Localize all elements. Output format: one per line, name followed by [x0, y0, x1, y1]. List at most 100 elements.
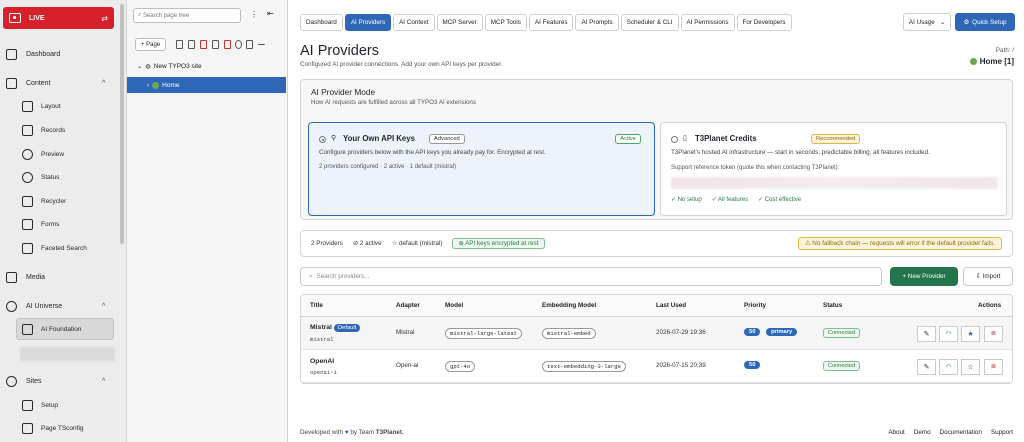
credits-radio[interactable] [671, 136, 678, 143]
module-media[interactable]: Media [6, 269, 45, 285]
tab-scheduler-cli[interactable]: Scheduler & CLI [620, 14, 679, 31]
live-switch[interactable]: LIVE ⇄ [3, 7, 114, 29]
feature-item: ✓ No setup [671, 197, 702, 203]
module-label: Preview [41, 150, 65, 158]
module-dashboard[interactable]: Dashboard [6, 46, 60, 62]
provider-name: Mistral [310, 324, 332, 331]
submodule-ai-foundation[interactable]: AI Foundation [22, 321, 81, 337]
import-button[interactable]: ⇩ Import [963, 267, 1013, 286]
table-row[interactable]: OpenAI openai-1 Open-ai gpt-4o text-embe… [301, 350, 1012, 383]
chevron-up-icon[interactable]: ^ [102, 378, 105, 385]
module-label: Forms [41, 220, 60, 228]
chevron-up-icon[interactable]: ^ [102, 80, 105, 87]
page-tsconfig-icon [22, 422, 33, 434]
tab-ai-context[interactable]: AI Context [393, 14, 435, 31]
new-page-button[interactable]: + Page [135, 38, 167, 51]
chevron-right-icon[interactable]: › [147, 82, 149, 89]
chevron-down-icon[interactable]: ⌄ [137, 62, 142, 70]
page-type-icon[interactable] [188, 40, 195, 49]
page-title: AI Providers [300, 43, 379, 59]
gear-icon: ⚙ [963, 18, 970, 26]
status-badge: Connected [823, 361, 861, 371]
submodule-preview[interactable]: Preview [22, 146, 64, 162]
module-tabs: Dashboard AI Providers AI Context MCP Se… [300, 14, 792, 31]
own-keys-radio[interactable] [319, 136, 326, 143]
tab-ai-permissions[interactable]: AI Permissions [680, 14, 735, 31]
folder-icon[interactable] [246, 40, 253, 49]
column-header[interactable]: Last Used [656, 302, 686, 309]
submodule-recycler[interactable]: Recycler [22, 193, 66, 209]
support-token-value [671, 177, 998, 189]
mode-option-credits[interactable]: ▯ T3Planet Credits Recommended T3Planet'… [660, 122, 1007, 216]
ai-usage-dropdown[interactable]: AI Usage ⌄ [903, 13, 951, 31]
quick-setup-button[interactable]: ⚙ Quick Setup [955, 13, 1015, 31]
submodule-page-tsconfig[interactable]: Page TSconfig [22, 420, 84, 436]
tab-mcp-tools[interactable]: MCP Tools [484, 14, 527, 31]
footer-link-support[interactable]: Support [991, 429, 1013, 436]
submodule-setup[interactable]: Setup [22, 397, 58, 413]
footer-link-documentation[interactable]: Documentation [940, 429, 982, 436]
trash-icon: ⧈ [991, 363, 996, 370]
footer-link-about[interactable]: About [888, 429, 904, 436]
tab-ai-prompts[interactable]: AI Prompts [575, 14, 619, 31]
page-type-icon[interactable] [224, 40, 231, 49]
tab-for-developers[interactable]: For Developers [736, 14, 792, 31]
embedding-pill: text-embedding-3-large [542, 361, 626, 372]
tab-dashboard[interactable]: Dashboard [300, 14, 343, 31]
edit-button[interactable]: ✎ [917, 359, 936, 375]
mode-subtitle: How AI requests are fulfilled across all… [311, 99, 476, 106]
tab-ai-providers[interactable]: AI Providers [344, 14, 392, 31]
submodule-forms[interactable]: Forms [22, 216, 59, 232]
module-sites[interactable]: Sites ^ [6, 373, 105, 389]
table-row[interactable]: Mistral Default mistral Mistral mistral-l… [301, 317, 1012, 350]
column-header[interactable]: Embedding Model [542, 302, 596, 309]
page-type-icon[interactable] [212, 40, 219, 49]
content-icon [6, 77, 17, 89]
test-connection-button[interactable]: ◠ [939, 326, 958, 342]
edit-button[interactable]: ✎ [917, 326, 936, 342]
mode-title: AI Provider Mode [311, 87, 376, 97]
heart-icon: ♥ [344, 429, 349, 436]
delete-button[interactable]: ⧈ [984, 326, 1003, 342]
footer-link-demo[interactable]: Demo [914, 429, 931, 436]
page-type-icon[interactable] [200, 40, 207, 49]
page-type-icon[interactable] [176, 40, 183, 49]
path-home-label: Home [1] [979, 57, 1014, 66]
more-vertical-icon[interactable]: ⋮ [250, 10, 258, 19]
submodule-faceted-search[interactable]: Faceted Search [22, 240, 87, 256]
new-provider-button[interactable]: + New Provider [890, 267, 958, 286]
set-default-button[interactable]: ☆ [961, 359, 980, 375]
model-pill: gpt-4o [445, 361, 476, 372]
delete-button[interactable]: ⧈ [984, 359, 1003, 375]
tree-root-node[interactable]: ⌄ ◍ New TYPO3 site [137, 62, 202, 71]
submodule-status[interactable]: Status [22, 169, 59, 185]
module-content[interactable]: Content ^ [6, 75, 105, 91]
page-tree-search-input[interactable]: ⌕ Search page tree [133, 8, 241, 23]
main-content: Dashboard AI Providers AI Context MCP Se… [289, 0, 1024, 442]
sidebar-scrollbar[interactable] [120, 4, 124, 244]
link-icon[interactable] [235, 40, 242, 49]
collapse-tree-icon[interactable]: ⇤ [267, 9, 274, 18]
provider-search-input[interactable]: ⌕ Search providers... [300, 267, 882, 286]
test-connection-button[interactable]: ◠ [939, 359, 958, 375]
credit-brand-link[interactable]: T3Planet. [376, 429, 404, 436]
provider-title: Mistral Default [310, 324, 361, 332]
recycler-icon [22, 195, 33, 207]
column-header[interactable]: Model [445, 302, 463, 309]
submodule-layout[interactable]: Layout [22, 98, 61, 114]
module-ai-universe[interactable]: AI Universe ^ [6, 298, 105, 314]
chevron-up-icon[interactable]: ^ [102, 303, 105, 310]
set-default-button[interactable]: ★ [961, 326, 980, 342]
own-keys-description: Configure providers below with the API k… [319, 149, 546, 156]
embedding-pill: mistral-embed [542, 328, 596, 339]
tab-ai-features[interactable]: AI Features [528, 14, 574, 31]
submodule-records[interactable]: Records [22, 122, 65, 138]
divider-icon[interactable] [258, 44, 265, 49]
tree-node-home[interactable]: › Home [127, 77, 286, 93]
tab-mcp-server[interactable]: MCP Server [436, 14, 483, 31]
column-header[interactable]: Priority [744, 302, 766, 309]
column-header[interactable]: Status [823, 302, 842, 309]
mode-option-own-keys[interactable]: ⚲ Your Own API Keys Advanced Active Conf… [308, 122, 655, 216]
column-header[interactable]: Adapter [396, 302, 420, 309]
column-header[interactable]: Title [310, 302, 323, 309]
